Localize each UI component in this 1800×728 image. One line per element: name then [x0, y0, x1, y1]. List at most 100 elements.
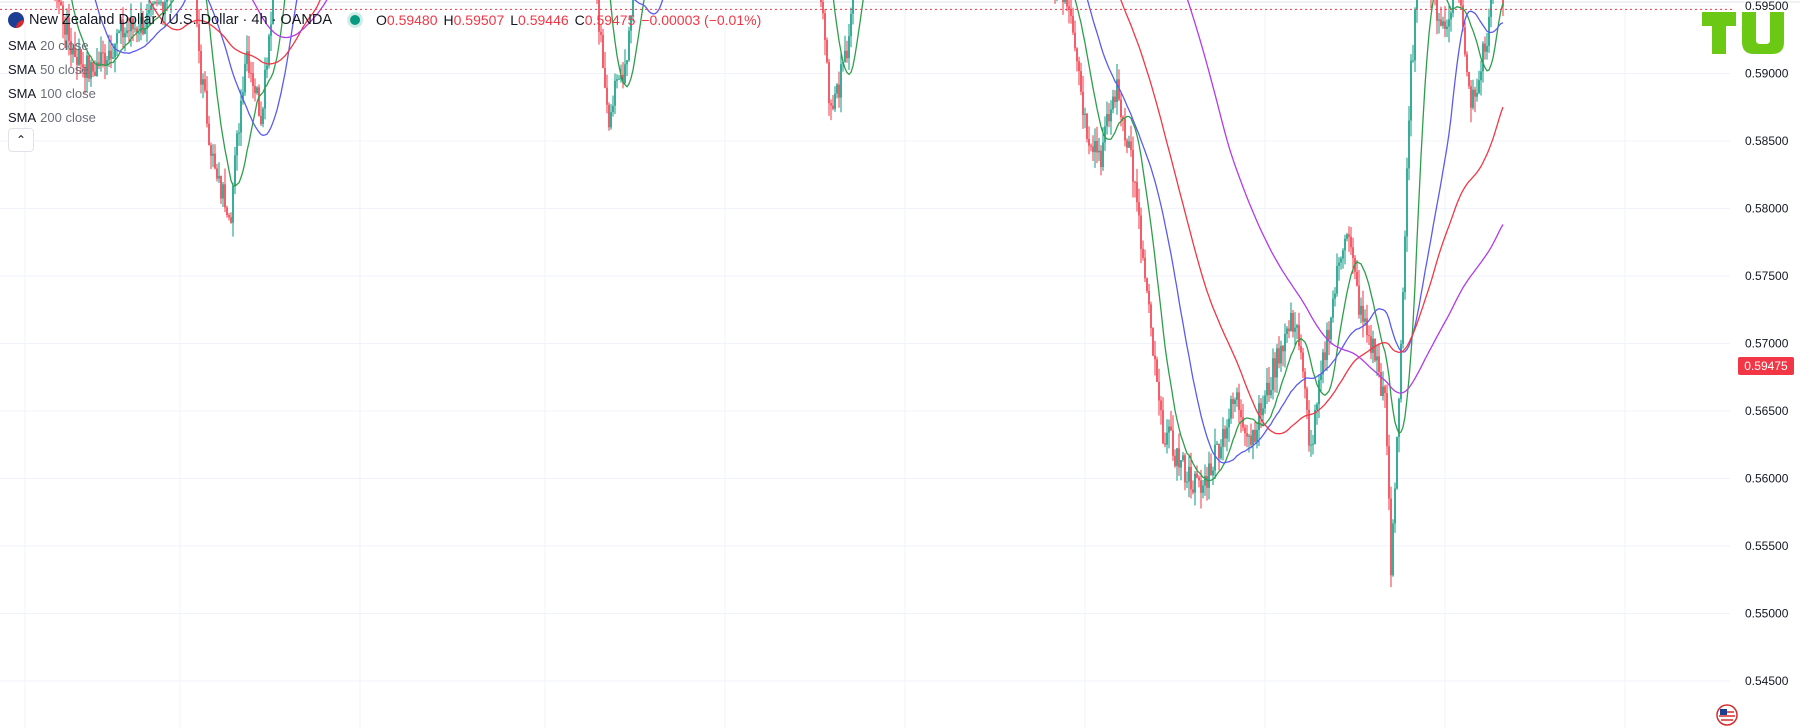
symbol-title[interactable]: New Zealand Dollar / U.S. Dollar · 4h · … [29, 10, 332, 30]
candle-body [1472, 89, 1474, 108]
candle-body [1224, 429, 1226, 439]
candle-body [1490, 0, 1492, 17]
candle-body [1392, 523, 1394, 576]
change-value: −0.00003 (−0.01%) [641, 12, 762, 28]
candle-body [1460, 0, 1462, 6]
y-tick-label: 0.55500 [1745, 539, 1789, 553]
candle-body [1356, 271, 1358, 286]
us-flag-icon[interactable] [1716, 704, 1738, 726]
candle-body [1144, 257, 1146, 279]
candle-body [1310, 444, 1312, 446]
candle-body [1092, 146, 1094, 153]
candle-body [1234, 399, 1236, 404]
candle-body [1412, 60, 1414, 62]
candle-body [1470, 86, 1472, 108]
candle-body [1278, 348, 1280, 364]
candle-body [1338, 262, 1340, 266]
candle-body [1236, 392, 1238, 400]
candle-body [1450, 12, 1452, 20]
candle-body [1468, 72, 1470, 87]
chevron-up-icon: ⌃ [15, 133, 27, 147]
y-tick-label: 0.59000 [1745, 67, 1789, 81]
candle-body [1222, 429, 1224, 447]
candle-body [826, 40, 828, 63]
candle-body [156, 2, 158, 4]
candle-body [1446, 26, 1448, 29]
chart-legend: New Zealand Dollar / U.S. Dollar · 4h · … [8, 10, 761, 130]
candle-body [1474, 89, 1476, 97]
candle-body [1120, 99, 1122, 117]
candle-body [1210, 463, 1212, 476]
candle-body [1280, 345, 1282, 364]
chart-root[interactable]: 0.54500 0.55000 0.55500 0.56000 0.56500 0.570… [0, 0, 1800, 728]
candle-body [1298, 325, 1300, 347]
candle-body [1200, 480, 1202, 493]
candle-body [1372, 338, 1374, 353]
candle-body [1246, 433, 1248, 437]
candle-body [1264, 395, 1266, 409]
candle-body [1318, 380, 1320, 405]
candle-body [230, 217, 232, 223]
candle-body [1090, 145, 1092, 147]
candle-body [1208, 463, 1210, 488]
candle-body [1316, 404, 1318, 410]
candle-body [846, 50, 848, 59]
candle-body [1466, 54, 1468, 73]
candle-body [222, 184, 224, 199]
candle-body [158, 2, 160, 4]
indicator-name: SMA [8, 86, 37, 101]
close-label: C [574, 12, 585, 28]
candle-body [822, 1, 824, 14]
candle-body [1086, 113, 1088, 139]
candle-body [1198, 477, 1200, 481]
candle-body [1406, 168, 1408, 237]
candle-body [1410, 60, 1412, 121]
candle-body [1142, 248, 1144, 258]
candle-body [1070, 10, 1072, 16]
candle-body [1126, 140, 1128, 148]
candle-body [1250, 435, 1252, 445]
candle-body [852, 0, 854, 14]
market-open-dot-icon [350, 15, 360, 25]
tradingview-logo-icon [1702, 12, 1784, 54]
candle-body [1256, 429, 1258, 442]
candle-body [1192, 489, 1194, 493]
indicator-sma-50[interactable]: SMA 50 close [8, 58, 761, 82]
candle-body [1062, 0, 1064, 3]
candle-body [1186, 481, 1188, 483]
candle-body [1328, 329, 1330, 340]
candle-body [1270, 390, 1272, 396]
candle-body [1214, 444, 1216, 471]
candle-body [1276, 348, 1278, 378]
symbol-row[interactable]: New Zealand Dollar / U.S. Dollar · 4h · … [8, 10, 761, 30]
candle-body [1274, 358, 1276, 378]
candle-body [1074, 32, 1076, 49]
candle-body [1282, 345, 1284, 352]
candle-body [1436, 0, 1438, 21]
candle-body [1366, 318, 1368, 336]
candle-body [1184, 455, 1186, 483]
candle-body [1262, 408, 1264, 416]
candle-body [166, 0, 168, 3]
candle-body [1346, 234, 1348, 239]
candle-body [1226, 427, 1228, 439]
candle-body [1326, 329, 1328, 361]
candle-body [1314, 409, 1316, 444]
candle-body [1128, 141, 1130, 148]
indicator-args: 50 close [40, 62, 89, 77]
candle-body [1136, 181, 1138, 203]
indicator-sma-100[interactable]: SMA 100 close [8, 82, 761, 106]
candle-body [1112, 96, 1114, 110]
candle-body [1082, 91, 1084, 115]
candle-body [1244, 427, 1246, 434]
indicator-name: SMA [8, 38, 37, 53]
indicator-sma-20[interactable]: SMA 20 close [8, 34, 761, 58]
indicator-sma-200[interactable]: SMA 200 close [8, 106, 761, 130]
candle-body [58, 0, 60, 2]
indicator-args: 100 close [40, 86, 96, 101]
open-value: 0.59480 [386, 12, 438, 28]
candle-body [1134, 181, 1136, 183]
candle-body [1124, 119, 1126, 141]
collapse-legend-button[interactable]: ⌃ [8, 128, 34, 152]
candle-body [1294, 327, 1296, 332]
